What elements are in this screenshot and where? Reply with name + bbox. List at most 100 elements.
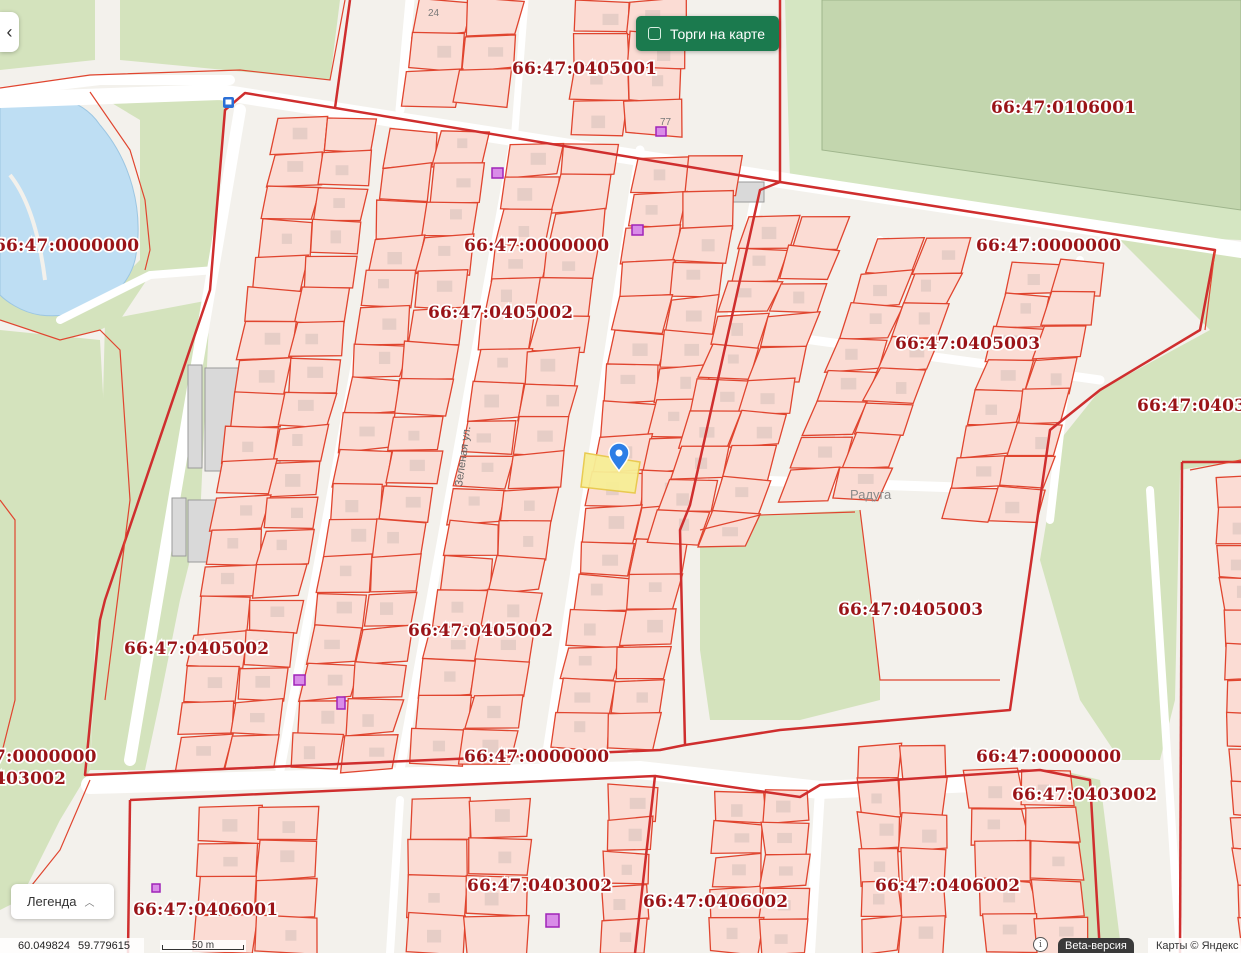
cadastral-label: 403002 — [0, 769, 66, 789]
land-parcel[interactable] — [442, 519, 499, 557]
land-parcel[interactable] — [223, 734, 280, 770]
land-parcel[interactable] — [1225, 711, 1241, 748]
land-parcel[interactable] — [293, 286, 351, 327]
land-parcel[interactable] — [898, 744, 947, 780]
land-parcel[interactable] — [1030, 878, 1085, 920]
land-parcel[interactable] — [369, 553, 422, 593]
land-parcel[interactable] — [615, 645, 673, 680]
cadastral-map[interactable]: 24 77 Зеленая ул. Радуга 66:47:0405001 6… — [0, 0, 1241, 953]
house-footprint — [307, 366, 324, 378]
legend-button[interactable]: Легенда ︿ — [11, 884, 114, 919]
land-parcel[interactable] — [215, 458, 278, 495]
land-parcel[interactable] — [549, 173, 612, 214]
land-parcel[interactable] — [1024, 806, 1081, 843]
house-footprint — [918, 312, 930, 325]
auctions-on-map-toggle[interactable]: Торги на карте — [636, 16, 779, 51]
land-parcel[interactable] — [331, 448, 393, 488]
land-parcel[interactable] — [409, 796, 471, 841]
land-parcel[interactable] — [408, 31, 466, 73]
house-footprint — [196, 746, 211, 756]
land-parcel[interactable] — [1215, 475, 1241, 510]
land-parcel[interactable] — [244, 286, 304, 323]
info-icon[interactable]: i — [1033, 937, 1048, 952]
land-parcel[interactable] — [682, 189, 735, 230]
land-parcel[interactable] — [486, 554, 546, 596]
land-parcel[interactable] — [669, 261, 724, 298]
land-parcel[interactable] — [342, 376, 400, 416]
land-parcel[interactable] — [360, 269, 417, 309]
land-parcel[interactable] — [354, 304, 411, 346]
house-footprint — [222, 819, 238, 832]
back-button[interactable]: ‹ — [0, 12, 19, 52]
house-footprint — [450, 640, 466, 650]
land-parcel[interactable] — [407, 838, 468, 880]
land-parcel[interactable] — [469, 658, 531, 699]
land-parcel[interactable] — [354, 624, 414, 666]
land-parcel[interactable] — [607, 711, 663, 751]
house-footprint — [574, 721, 586, 733]
land-parcel[interactable] — [565, 608, 628, 649]
land-parcel[interactable] — [323, 117, 378, 154]
land-parcel[interactable] — [1223, 609, 1241, 648]
house-footprint — [351, 528, 367, 542]
bus-stop-icon[interactable] — [223, 97, 234, 108]
land-parcel[interactable] — [371, 518, 427, 561]
land-parcel[interactable] — [421, 201, 479, 237]
house-footprint — [379, 602, 394, 615]
beta-badge[interactable]: Beta-версия — [1058, 938, 1134, 953]
land-parcel[interactable] — [400, 340, 460, 381]
land-parcel[interactable] — [382, 127, 438, 169]
land-parcel[interactable] — [430, 130, 491, 168]
land-parcel[interactable] — [251, 563, 308, 599]
checkbox-icon[interactable] — [648, 27, 661, 40]
land-parcel[interactable] — [1017, 387, 1071, 425]
land-parcel[interactable] — [1225, 679, 1241, 718]
land-parcel[interactable] — [720, 444, 778, 483]
house-footprint — [292, 434, 303, 446]
land-parcel[interactable] — [303, 255, 358, 289]
land-parcel[interactable] — [622, 98, 683, 138]
land-parcel[interactable] — [439, 554, 494, 595]
land-parcel[interactable] — [197, 595, 251, 636]
land-parcel[interactable] — [610, 293, 674, 335]
house-footprint — [602, 13, 619, 26]
land-parcel[interactable] — [414, 694, 473, 735]
house-footprint — [223, 856, 238, 867]
house-footprint — [869, 313, 882, 325]
cadastral-label: 66:47:0000000 — [464, 236, 609, 256]
land-parcel[interactable] — [683, 155, 744, 197]
land-parcel[interactable] — [970, 808, 1031, 846]
house-footprint — [387, 531, 399, 544]
land-parcel[interactable] — [252, 254, 310, 293]
land-parcel[interactable] — [351, 660, 407, 699]
land-parcel[interactable] — [1224, 642, 1241, 681]
land-parcel[interactable] — [393, 377, 455, 417]
cadastral-label: 66:47:0406002 — [875, 876, 1020, 896]
house-footprint — [1050, 373, 1062, 386]
land-parcel[interactable] — [573, 0, 630, 33]
house-footprint — [722, 527, 738, 537]
land-parcel[interactable] — [507, 449, 565, 490]
land-parcel[interactable] — [378, 161, 433, 203]
land-parcel[interactable] — [465, 0, 526, 37]
land-parcel[interactable] — [177, 700, 235, 736]
house-footprint — [685, 310, 702, 322]
land-parcel[interactable] — [462, 914, 530, 953]
area-label: Радуга — [850, 487, 892, 502]
land-parcel[interactable] — [375, 199, 430, 240]
house-footprint — [873, 284, 887, 297]
land-parcel[interactable] — [619, 258, 675, 299]
land-parcel[interactable] — [322, 518, 380, 561]
house-footprint — [297, 399, 314, 411]
land-parcel[interactable] — [856, 742, 903, 784]
land-parcel[interactable] — [559, 143, 620, 179]
land-parcel[interactable] — [445, 487, 507, 526]
land-parcel[interactable] — [619, 224, 682, 265]
land-parcel[interactable] — [452, 67, 513, 109]
land-parcel[interactable] — [260, 185, 322, 220]
land-parcel[interactable] — [974, 839, 1031, 882]
land-parcel[interactable] — [898, 776, 948, 816]
land-parcel[interactable] — [861, 914, 903, 953]
land-parcel[interactable] — [627, 190, 689, 229]
house-footprint — [409, 459, 425, 472]
